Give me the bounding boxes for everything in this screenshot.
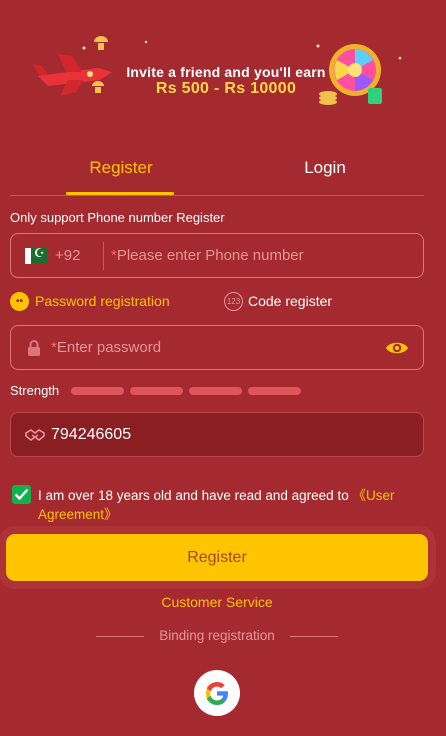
agreement-checkbox[interactable] [12,485,31,504]
field-divider [103,242,104,270]
register-button[interactable]: Register [6,534,428,581]
password-field[interactable]: *Enter password [10,325,424,370]
register-mode-row: •• Password registration 123 Code regist… [10,292,424,312]
strength-bar-segment [189,387,242,395]
password-mode-icon[interactable]: •• [10,292,29,311]
invite-code-input[interactable]: 794246605 [51,426,131,444]
agreement-statement: I am over 18 years old and have read and… [38,488,353,503]
phone-placeholder: Please enter Phone number [116,247,304,264]
phone-register-hint: Only support Phone number Register [10,210,225,225]
banner-headline: Invite a friend and you'll earn [126,64,326,80]
strength-bar-segment [71,387,124,395]
eye-icon[interactable] [385,339,409,357]
phone-field[interactable]: +92 *Please enter Phone number [10,233,424,278]
tab-login[interactable]: Login [272,158,378,178]
agreement-text: I am over 18 years old and have read and… [38,486,422,524]
divider-line [290,636,338,637]
code-mode-icon[interactable]: 123 [224,292,243,311]
handshake-icon [25,429,45,442]
binding-registration-label: Binding registration [159,628,275,643]
country-code[interactable]: +92 [55,247,80,264]
password-input[interactable]: *Enter password [51,339,161,356]
code-register-option[interactable]: Code register [248,293,332,309]
pakistan-flag-icon[interactable] [25,246,47,264]
strength-label: Strength [10,383,60,398]
google-login-button[interactable] [194,670,240,716]
google-icon [206,682,228,705]
lock-icon [28,340,40,356]
password-placeholder: Enter password [56,339,162,356]
auth-tabs: Register Login [10,150,424,196]
strength-bar-segment [248,387,301,395]
strength-bar-segment [130,387,183,395]
banner-reward-range: Rs 500 - Rs 10000 [155,80,297,97]
active-tab-indicator [66,192,174,195]
password-registration-option[interactable]: Password registration [35,293,170,309]
phone-input[interactable]: *Please enter Phone number [111,247,304,264]
invite-code-field[interactable]: 794246605 [10,412,424,457]
customer-service-link[interactable]: Customer Service [0,594,434,610]
tab-register[interactable]: Register [68,158,174,178]
check-icon [14,488,29,501]
